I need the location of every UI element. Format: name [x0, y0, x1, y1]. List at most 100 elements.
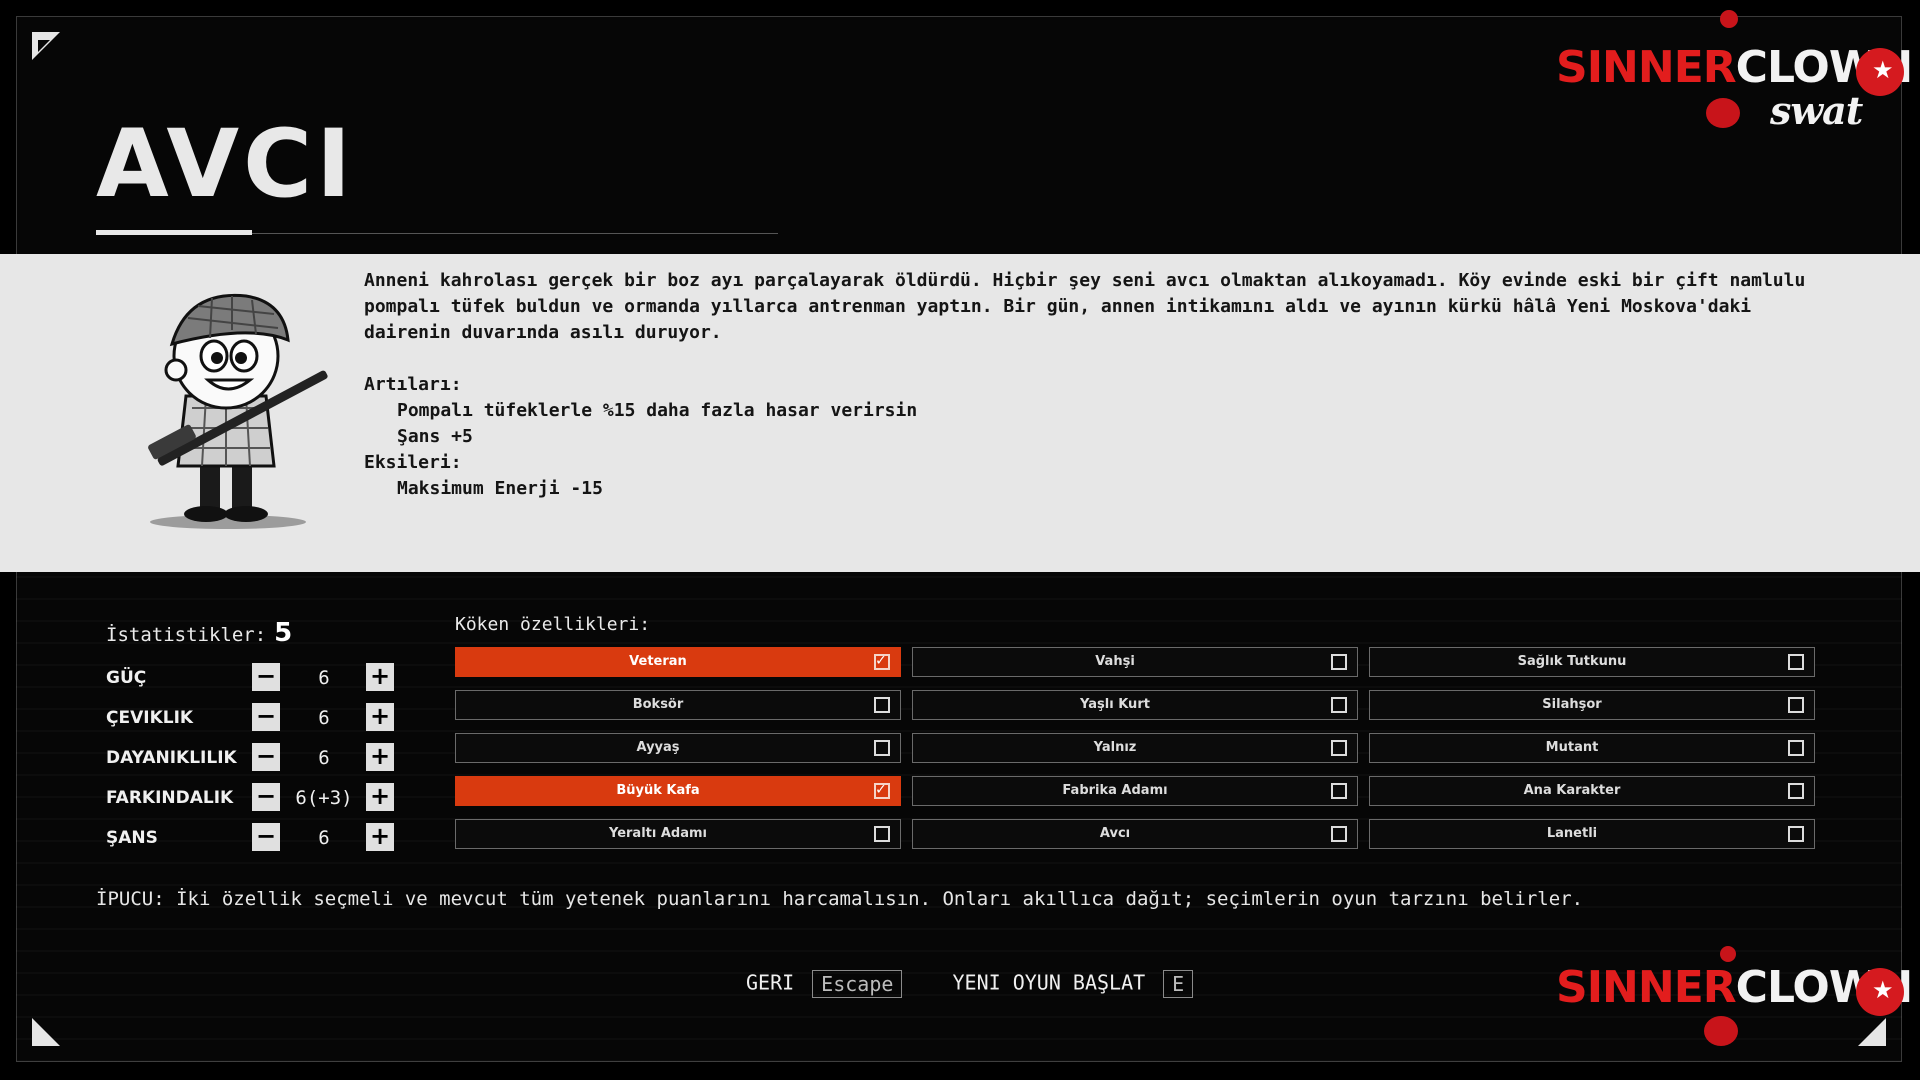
back-button[interactable]: GERI Escape — [746, 970, 903, 998]
start-key-hint: E — [1163, 970, 1194, 998]
stats-label: İstatistikler: — [106, 624, 267, 646]
con-item: Maksimum Enerji -15 — [397, 478, 603, 499]
trait-option[interactable]: Lanetli — [1369, 819, 1815, 849]
stat-value: 6 — [318, 667, 330, 689]
stat-value: 6(+3) — [295, 787, 353, 809]
trait-option[interactable]: Veteran — [455, 647, 901, 677]
stat-decrease-button[interactable]: − — [252, 703, 280, 731]
trait-option[interactable]: Silahşor — [1369, 690, 1815, 720]
trait-option[interactable]: Ana Karakter — [1369, 776, 1815, 806]
trait-label: Mutant — [1545, 740, 1599, 755]
trait-label: Büyük Kafa — [616, 783, 700, 798]
stat-increase-button[interactable]: + — [366, 703, 394, 731]
checkbox-icon[interactable] — [1331, 826, 1347, 842]
cons-label: Eksileri: — [364, 452, 462, 473]
footer-actions: GERI Escape YENI OYUN BAŞLAT E — [746, 970, 1194, 998]
stat-value: 6 — [318, 707, 330, 729]
stat-row-ceviklik: ÇEVIKLIK − 6 + — [106, 703, 396, 733]
back-key-hint: Escape — [812, 970, 903, 998]
stat-value: 6 — [318, 827, 330, 849]
checkbox-checked-icon[interactable] — [874, 650, 890, 670]
stat-decrease-button[interactable]: − — [252, 823, 280, 851]
trait-option[interactable]: Ayyaş — [455, 733, 901, 763]
stat-increase-button[interactable]: + — [366, 823, 394, 851]
stat-name: ÇEVIKLIK — [106, 708, 194, 728]
stat-value: 6 — [318, 747, 330, 769]
back-label: GERI — [746, 970, 795, 995]
trait-label: Yaşlı Kurt — [1080, 697, 1150, 712]
trait-label: Boksör — [632, 697, 684, 712]
trait-label: Veteran — [629, 654, 687, 669]
stat-row-guc: GÜÇ − 6 + — [106, 663, 396, 693]
pros-label: Artıları: — [364, 374, 462, 395]
stat-increase-button[interactable]: + — [366, 783, 394, 811]
flag-icon — [1856, 968, 1904, 1016]
stat-row-dayaniklilik: DAYANIKLILIK − 6 + — [106, 743, 396, 773]
trait-label: Silahşor — [1542, 697, 1602, 712]
trait-option[interactable]: Vahşi — [912, 647, 1358, 677]
stat-points-remaining: 5 — [274, 618, 293, 648]
start-label: YENI OYUN BAŞLAT — [952, 970, 1146, 995]
checkbox-icon[interactable] — [1331, 740, 1347, 756]
hunter-portrait — [148, 293, 328, 529]
stat-increase-button[interactable]: + — [366, 663, 394, 691]
checkbox-icon[interactable] — [1331, 783, 1347, 799]
trait-label: Lanetli — [1546, 826, 1598, 841]
trait-label: Avcı — [1099, 826, 1131, 841]
stat-increase-button[interactable]: + — [366, 743, 394, 771]
stat-decrease-button[interactable]: − — [252, 783, 280, 811]
trait-label: Yeraltı Adamı — [608, 826, 707, 841]
character-title: AVCI — [96, 110, 356, 219]
stat-row-farkindalik: FARKINDALIK − 6(+3) + — [106, 783, 396, 813]
trait-label: Fabrika Adamı — [1062, 783, 1168, 798]
traits-header: Köken özellikleri: — [455, 614, 651, 635]
logo-subtitle: swat — [1770, 88, 1863, 133]
trait-option[interactable]: Yeraltı Adamı — [455, 819, 901, 849]
checkbox-icon[interactable] — [1788, 826, 1804, 842]
trait-label: Sağlık Tutkunu — [1517, 654, 1627, 669]
trait-option[interactable]: Sağlık Tutkunu — [1369, 647, 1815, 677]
tip-text: İPUCU: İki özellik seçmeli ve mevcut tüm… — [96, 888, 1584, 910]
checkbox-icon[interactable] — [874, 697, 890, 713]
stat-name: GÜÇ — [106, 668, 147, 688]
trait-option[interactable]: Büyük Kafa — [455, 776, 901, 806]
start-new-game-button[interactable]: YENI OYUN BAŞLAT E — [953, 970, 1194, 998]
stat-decrease-button[interactable]: − — [252, 743, 280, 771]
flag-icon — [1856, 48, 1904, 96]
checkbox-icon[interactable] — [1331, 697, 1347, 713]
checkbox-icon[interactable] — [1788, 697, 1804, 713]
trait-label: Ana Karakter — [1523, 783, 1621, 798]
story-description: Anneni kahrolası gerçek bir boz ayı parç… — [364, 270, 1806, 343]
checkbox-icon[interactable] — [874, 740, 890, 756]
stat-decrease-button[interactable]: − — [252, 663, 280, 691]
trait-label: Yalnız — [1093, 740, 1137, 755]
checkbox-icon[interactable] — [1788, 740, 1804, 756]
pro-item: Pompalı tüfeklerle %15 daha fazla hasar … — [397, 400, 918, 421]
checkbox-icon[interactable] — [1788, 654, 1804, 670]
corner-marker-bottom-left — [32, 1018, 60, 1046]
stat-name: ŞANS — [106, 828, 158, 848]
checkbox-icon[interactable] — [1331, 654, 1347, 670]
pro-item: Şans +5 — [397, 426, 473, 447]
stats-header: İstatistikler: 5 — [106, 618, 292, 648]
stat-row-sans: ŞANS − 6 + — [106, 823, 396, 853]
trait-option[interactable]: Fabrika Adamı — [912, 776, 1358, 806]
game-logo-bottom: SINNERCLOWN — [1556, 946, 1913, 1058]
trait-label: Ayyaş — [636, 740, 680, 755]
trait-option[interactable]: Boksör — [455, 690, 901, 720]
title-underline-accent — [96, 230, 252, 235]
checkbox-icon[interactable] — [874, 826, 890, 842]
game-logo: SINNERCLOWN swat — [1556, 10, 1913, 138]
trait-option[interactable]: Mutant — [1369, 733, 1815, 763]
stat-name: DAYANIKLILIK — [106, 748, 237, 768]
stat-name: FARKINDALIK — [106, 788, 234, 808]
checkbox-checked-icon[interactable] — [874, 779, 890, 799]
trait-label: Vahşi — [1095, 654, 1135, 669]
trait-option[interactable]: Yaşlı Kurt — [912, 690, 1358, 720]
checkbox-icon[interactable] — [1788, 783, 1804, 799]
story-text-block: Anneni kahrolası gerçek bir boz ayı parç… — [364, 268, 1844, 502]
background-story-panel: Anneni kahrolası gerçek bir boz ayı parç… — [0, 254, 1920, 572]
trait-option[interactable]: Avcı — [912, 819, 1358, 849]
corner-marker-top-left — [32, 32, 60, 60]
trait-option[interactable]: Yalnız — [912, 733, 1358, 763]
